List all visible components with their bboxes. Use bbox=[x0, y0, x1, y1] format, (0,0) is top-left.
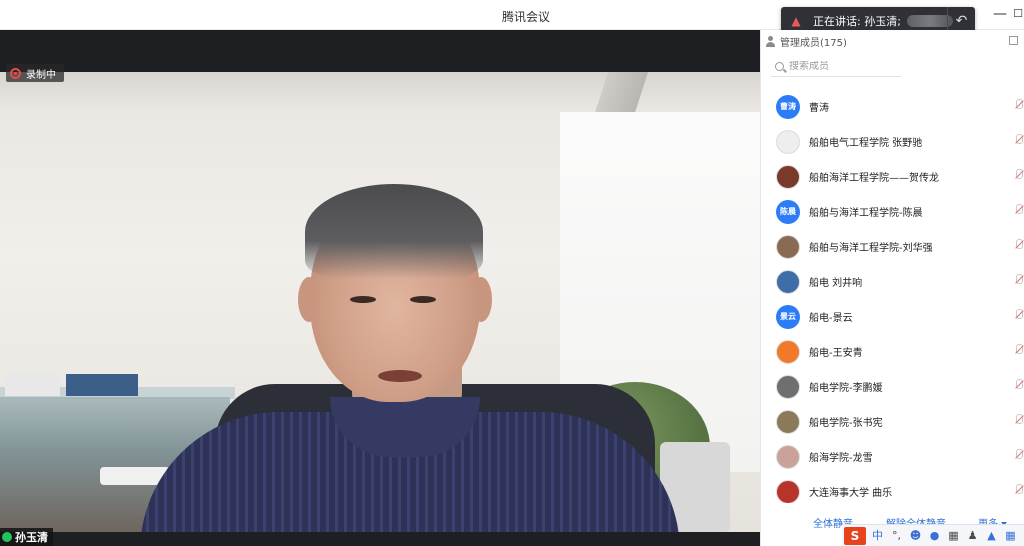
mic-muted-icon[interactable] bbox=[1015, 204, 1023, 218]
mic-active-icon bbox=[2, 532, 12, 542]
video-mouth bbox=[378, 370, 422, 382]
member-row[interactable]: 船电学院-李鹏媛 bbox=[761, 369, 1024, 404]
video-eye-right bbox=[410, 296, 436, 303]
member-panel: 管理成员(175) 曹涛 曹涛 船舶电气工程学院 张野驰 船舶海洋工程学院——贺… bbox=[760, 30, 1024, 546]
video-book bbox=[66, 374, 138, 396]
emoji-icon[interactable]: ☻ bbox=[908, 527, 923, 545]
speaker-video bbox=[0, 72, 760, 532]
avatar bbox=[776, 164, 800, 189]
mic-muted-icon[interactable] bbox=[1015, 414, 1023, 428]
video-hair bbox=[305, 184, 483, 279]
avatar bbox=[776, 479, 800, 503]
punctuation-toggle[interactable]: °, bbox=[889, 527, 904, 545]
mic-muted-icon[interactable] bbox=[1015, 239, 1023, 253]
member-name: 船舶电气工程学院 张野驰 bbox=[809, 138, 923, 149]
avatar bbox=[776, 129, 800, 154]
panel-title: 管理成员(175) bbox=[780, 38, 847, 49]
avatar bbox=[776, 409, 800, 434]
member-name: 船舶海洋工程学院——贺传龙 bbox=[809, 173, 939, 184]
panel-header: 管理成员(175) bbox=[765, 34, 847, 49]
mic-muted-icon[interactable] bbox=[1015, 344, 1023, 358]
person-icon bbox=[765, 36, 776, 47]
member-name: 船舶与海洋工程学院-刘华强 bbox=[809, 243, 933, 254]
member-list: 曹涛 曹涛 船舶电气工程学院 张野驰 船舶海洋工程学院——贺传龙 陈晨 船舶与海… bbox=[761, 89, 1024, 503]
microphone-icon[interactable]: ● bbox=[927, 527, 942, 545]
record-icon bbox=[10, 67, 21, 79]
member-name: 船电-景云 bbox=[809, 313, 853, 324]
mic-muted-icon: ▲ bbox=[791, 14, 801, 28]
skin-icon[interactable]: ▲ bbox=[984, 527, 999, 545]
ime-toolbar: S 中 °, ☻ ● ▦ ♟ ▲ ▦ bbox=[842, 524, 1024, 546]
video-eye-left bbox=[350, 296, 376, 303]
avatar: 曹涛 bbox=[776, 94, 800, 119]
member-row[interactable]: 曹涛 曹涛 bbox=[761, 89, 1024, 124]
member-name: 船电-王安青 bbox=[809, 348, 863, 359]
mic-muted-icon[interactable] bbox=[1015, 379, 1023, 393]
minimize-button[interactable]: — bbox=[992, 6, 1008, 22]
member-row[interactable]: 船舶海洋工程学院——贺传龙 bbox=[761, 159, 1024, 194]
member-search bbox=[771, 57, 901, 77]
avatar bbox=[776, 234, 800, 259]
mic-muted-icon[interactable] bbox=[1015, 484, 1023, 498]
search-icon bbox=[775, 62, 784, 71]
member-name: 船电学院-张书宪 bbox=[809, 418, 883, 429]
mic-muted-icon[interactable] bbox=[1015, 274, 1023, 288]
recording-label: 录制中 bbox=[26, 69, 56, 81]
avatar bbox=[776, 374, 800, 399]
avatar: 陈晨 bbox=[776, 199, 800, 224]
video-area: 录制中 孙玉清 bbox=[0, 30, 760, 546]
member-name: 曹涛 bbox=[809, 103, 829, 114]
lang-toggle[interactable]: 中 bbox=[870, 527, 885, 545]
mic-muted-icon[interactable] bbox=[1015, 449, 1023, 463]
member-row[interactable]: 船电 刘井响 bbox=[761, 264, 1024, 299]
video-box bbox=[5, 374, 60, 396]
member-row[interactable]: 船电-王安青 bbox=[761, 334, 1024, 369]
member-name: 船电学院-李鹏媛 bbox=[809, 383, 883, 394]
user-icon[interactable]: ♟ bbox=[965, 527, 980, 545]
popout-icon[interactable] bbox=[1009, 36, 1018, 45]
member-name: 船海学院-龙雪 bbox=[809, 453, 873, 464]
search-input[interactable] bbox=[789, 61, 889, 72]
avatar bbox=[776, 444, 800, 469]
member-row[interactable]: 船舶与海洋工程学院-刘华强 bbox=[761, 229, 1024, 264]
member-row[interactable]: 陈晨 船舶与海洋工程学院-陈晨 bbox=[761, 194, 1024, 229]
member-row[interactable]: 船海学院-龙雪 bbox=[761, 439, 1024, 474]
mic-muted-icon[interactable] bbox=[1015, 309, 1023, 323]
speaking-label: 正在讲话: 孙玉清; bbox=[813, 15, 901, 28]
speaker-name-tag: 孙玉清 bbox=[0, 528, 53, 546]
sogou-logo-icon[interactable]: S bbox=[844, 526, 866, 545]
speaker-name: 孙玉清 bbox=[15, 531, 48, 544]
app-window: 腾讯会议 — ☐ 录制中 孙玉清 ▲ 正在讲话: 孙玉清; ↶ 管理成员(175… bbox=[0, 0, 1024, 546]
avatar: 景云 bbox=[776, 304, 800, 329]
mic-muted-icon[interactable] bbox=[1015, 169, 1023, 183]
toolbox-icon[interactable]: ▦ bbox=[1003, 527, 1018, 545]
avatar bbox=[776, 339, 800, 364]
member-row[interactable]: 船电学院-张书宪 bbox=[761, 404, 1024, 439]
avatar bbox=[776, 269, 800, 294]
member-row[interactable]: 船舶电气工程学院 张野驰 bbox=[761, 124, 1024, 159]
member-row[interactable]: 景云 船电-景云 bbox=[761, 299, 1024, 334]
maximize-button[interactable]: ☐ bbox=[1010, 6, 1024, 22]
member-row[interactable]: 大连海事大学 曲乐 bbox=[761, 474, 1024, 503]
member-name: 船电 刘井响 bbox=[809, 278, 863, 289]
member-name: 大连海事大学 曲乐 bbox=[809, 488, 893, 499]
mic-muted-icon[interactable] bbox=[1015, 134, 1023, 148]
recording-badge[interactable]: 录制中 bbox=[6, 64, 64, 82]
member-name: 船舶与海洋工程学院-陈晨 bbox=[809, 208, 923, 219]
keyboard-icon[interactable]: ▦ bbox=[946, 527, 961, 545]
mic-muted-icon[interactable] bbox=[1015, 99, 1023, 113]
